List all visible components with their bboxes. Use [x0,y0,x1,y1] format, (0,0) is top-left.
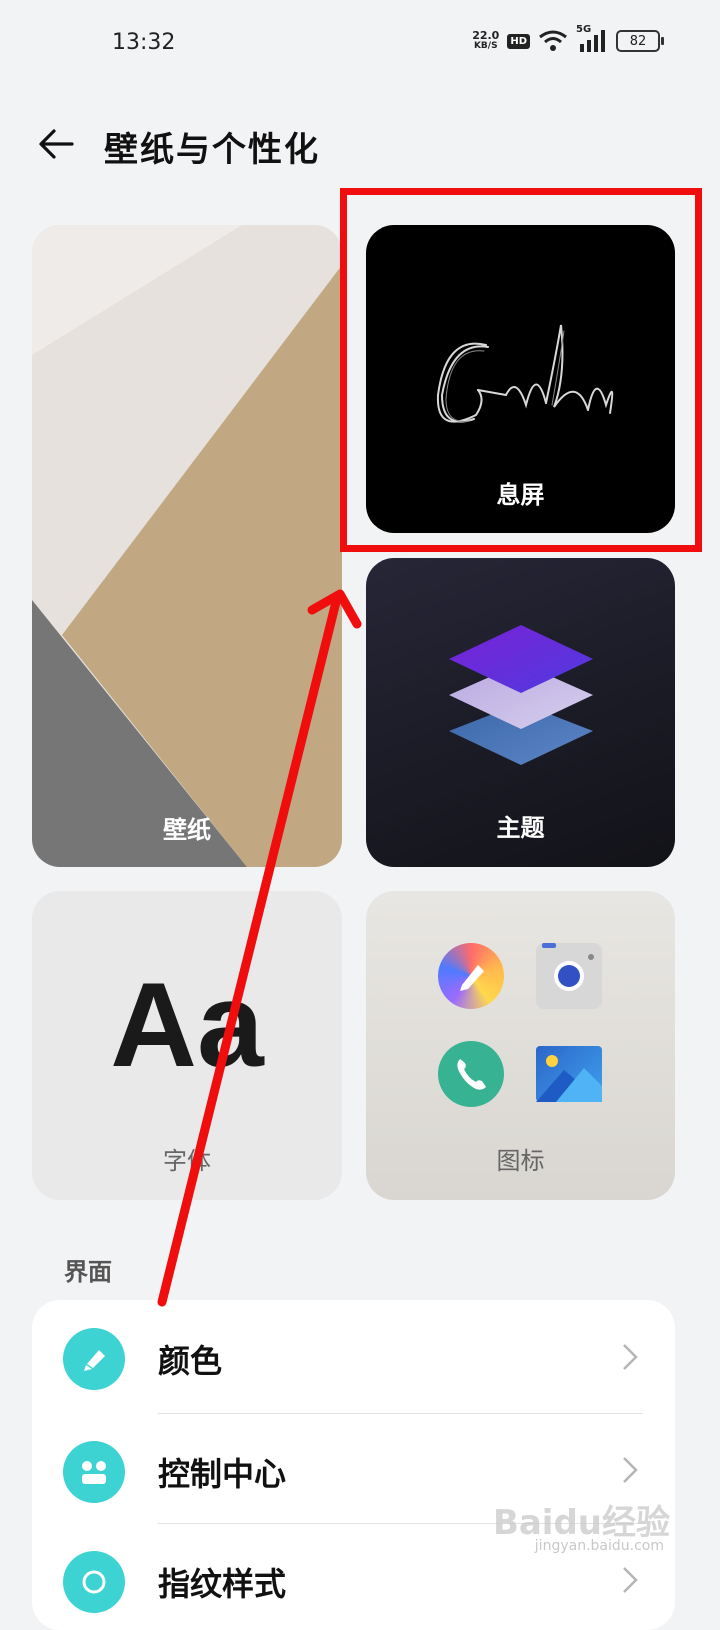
watermark-logo: Baidu经验 [492,1503,670,1543]
watermark-url: jingyan.baidu.com [534,1538,664,1554]
annotation-arrow [157,589,362,1307]
